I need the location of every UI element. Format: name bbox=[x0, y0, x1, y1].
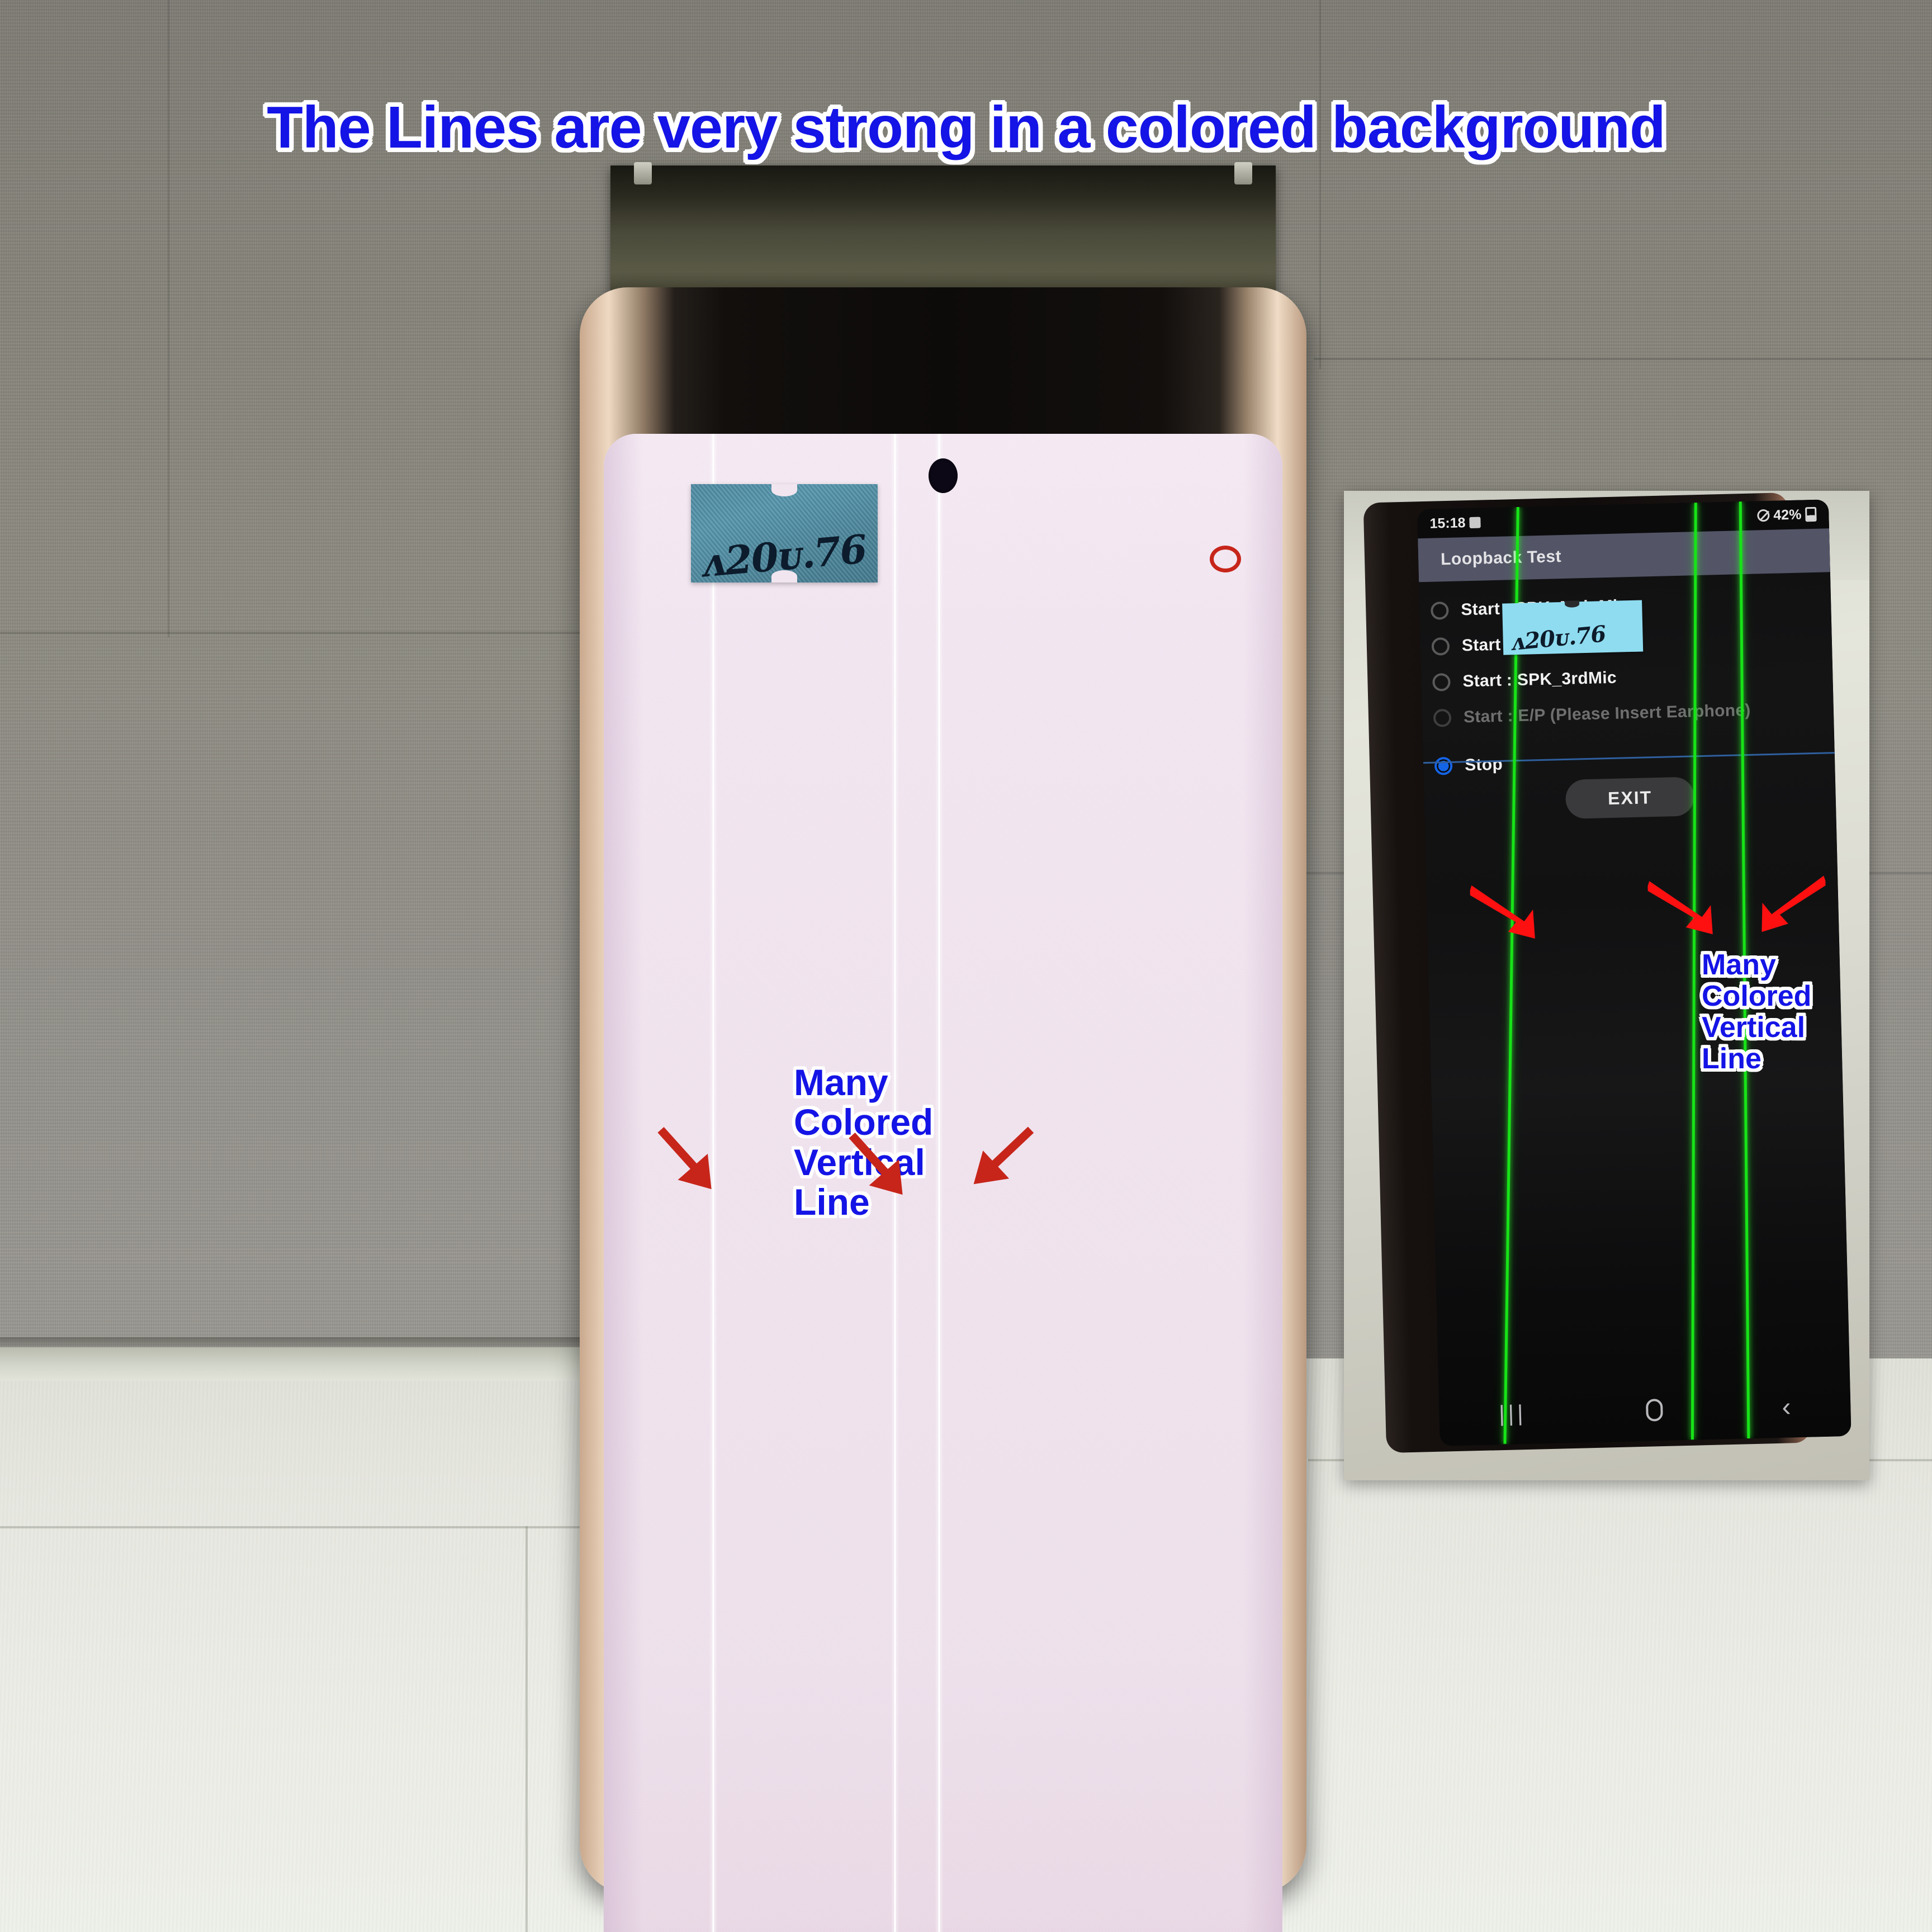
red-arrow-3 bbox=[973, 1126, 1034, 1185]
red-arrow-2 bbox=[849, 1132, 903, 1195]
phone-frame: ᴧ20ᴜ.76 Many Colored Vertical Line bbox=[580, 287, 1306, 1932]
inset-phone-navbar[interactable]: ||| ‹ bbox=[1438, 1375, 1851, 1446]
screen-edge-shading-left bbox=[604, 434, 643, 1932]
back-icon[interactable]: ‹ bbox=[1782, 1391, 1791, 1422]
radio-button[interactable] bbox=[1432, 673, 1451, 692]
main-phone-navbar[interactable]: ||| ‹ bbox=[604, 1911, 1282, 1932]
red-circle-annotation bbox=[1210, 546, 1241, 572]
annotation-line: Vertical bbox=[1702, 1011, 1806, 1044]
price-sticker: ᴧ20ᴜ.76 bbox=[691, 484, 878, 586]
battery-percent: 42% bbox=[1773, 506, 1802, 523]
red-arrow-3 bbox=[1761, 875, 1827, 932]
annotation-line: Many bbox=[1702, 949, 1776, 981]
front-camera-punch-hole bbox=[929, 458, 958, 493]
red-arrow-2 bbox=[1647, 881, 1713, 935]
backing-clip bbox=[1234, 162, 1252, 184]
sticker-notch-top bbox=[1565, 600, 1580, 608]
screen-edge-shading-right bbox=[1243, 434, 1282, 1932]
radio-button[interactable] bbox=[1433, 708, 1452, 727]
red-arrow-1 bbox=[1470, 885, 1535, 939]
main-phone-screen[interactable]: ᴧ20ᴜ.76 Many Colored Vertical Line bbox=[604, 434, 1282, 1932]
home-icon[interactable] bbox=[1645, 1399, 1663, 1422]
annotation-line: Line bbox=[1702, 1043, 1761, 1076]
radio-label: Stop bbox=[1464, 755, 1503, 775]
radio-button[interactable] bbox=[1431, 637, 1450, 656]
exit-button-label: EXIT bbox=[1607, 787, 1652, 808]
recents-icon[interactable]: ||| bbox=[1499, 1401, 1527, 1427]
inset-annotation-text: Many Colored Vertical Line bbox=[1702, 949, 1811, 1075]
wall-seam bbox=[0, 632, 593, 634]
annotation-line: Colored bbox=[1702, 980, 1812, 1013]
annotation-line: Many bbox=[794, 1062, 888, 1103]
radio-label: Start : E/P (Please Insert Earphone) bbox=[1463, 700, 1751, 727]
defect-vertical-line bbox=[937, 434, 941, 1932]
radio-label: Start : SPK_3rdMic bbox=[1462, 668, 1617, 691]
status-bar-left: 15:18 bbox=[1429, 514, 1481, 532]
status-time: 15:18 bbox=[1429, 514, 1466, 532]
inset-photo: 15:18 42% Loopback Test Start Start Star… bbox=[1344, 491, 1869, 1480]
battery-icon bbox=[1805, 506, 1817, 522]
backing-clip bbox=[634, 162, 652, 184]
radio-button[interactable] bbox=[1430, 601, 1449, 620]
sticker-handwritten-text: ᴧ20ᴜ.76 bbox=[1509, 621, 1607, 656]
price-sticker: ᴧ20ᴜ.76 bbox=[1502, 600, 1644, 656]
floor-seam bbox=[525, 1526, 528, 1932]
phone-backing-board bbox=[610, 162, 1276, 311]
wall-seam bbox=[1314, 358, 1932, 360]
status-bar-right: 42% bbox=[1757, 506, 1817, 524]
main-phone: ᴧ20ᴜ.76 Many Colored Vertical Line bbox=[580, 162, 1306, 1932]
back-icon[interactable]: ‹ bbox=[1169, 1928, 1181, 1932]
red-arrow-1 bbox=[657, 1126, 712, 1190]
photo-scene: ᴧ20ᴜ.76 Many Colored Vertical Line 15:18… bbox=[0, 0, 1932, 1932]
status-small-icon bbox=[1469, 517, 1481, 529]
mute-icon bbox=[1757, 509, 1770, 522]
radio-button-selected[interactable] bbox=[1434, 756, 1453, 775]
app-title: Loopback Test bbox=[1440, 547, 1562, 569]
exit-button[interactable]: EXIT bbox=[1565, 776, 1695, 819]
wall-seam bbox=[1319, 0, 1321, 369]
sticker-notch-top bbox=[771, 484, 797, 496]
page-title: The Lines are very strong in a colored b… bbox=[267, 94, 1666, 160]
